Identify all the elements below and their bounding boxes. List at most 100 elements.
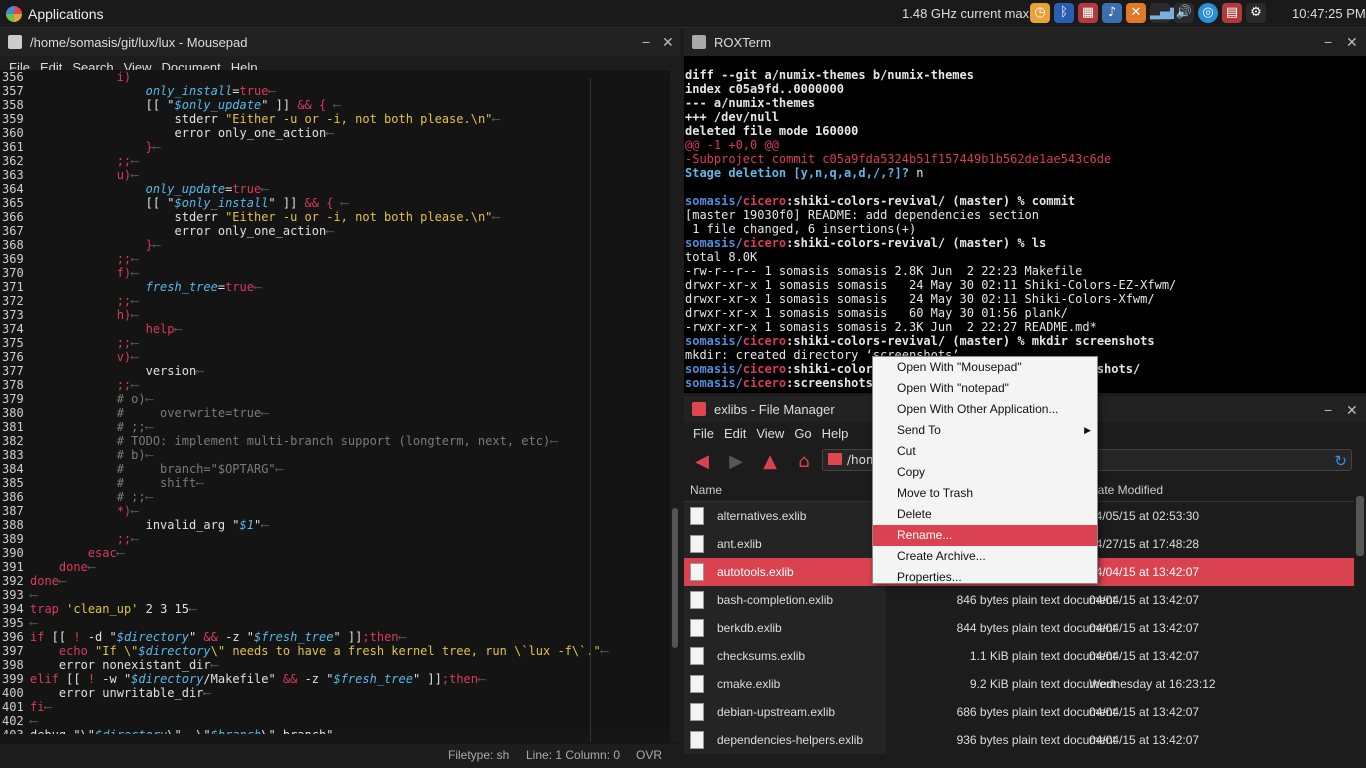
code-text: ;;⟵ [116, 252, 139, 266]
clock-icon[interactable]: ◷ [1030, 3, 1050, 23]
line-number: 383 [2, 448, 24, 462]
fm-minimize-button[interactable]: − [1324, 402, 1332, 418]
line-number: 396 [2, 630, 24, 644]
context-menu-item[interactable]: Delete [873, 504, 1097, 525]
line-number: 374 [2, 322, 24, 336]
fm-menu-file[interactable]: File [688, 426, 719, 441]
text-file-icon [690, 535, 704, 553]
text-file-icon [690, 507, 704, 525]
line-number: 384 [2, 462, 24, 476]
context-menu-item[interactable]: Rename... [873, 525, 1097, 546]
fm-menu-go[interactable]: Go [789, 426, 816, 441]
code-line: 368 }⟵ [0, 238, 670, 252]
fm-close-button[interactable]: ✕ [1346, 402, 1358, 419]
right-margin-line [590, 78, 591, 742]
terminal-line: drwxr-xr-x 1 somasis somasis 24 May 30 0… [685, 278, 1177, 292]
clock-text[interactable]: 10:47:25 PM [1292, 6, 1366, 21]
context-menu-item[interactable]: Move to Trash [873, 483, 1097, 504]
line-number: 394 [2, 602, 24, 616]
code-line: 387 *)⟵ [0, 504, 670, 518]
code-text: ⟵ [30, 714, 38, 728]
code-line: 364 only_update=true⟵ [0, 182, 670, 196]
file-row[interactable]: debian-upstream.exlib 686 bytes plain tex… [684, 698, 1366, 726]
roxterm-minimize-button[interactable]: − [1324, 34, 1332, 50]
column-name[interactable]: Name [690, 483, 722, 497]
context-menu-item[interactable]: Open With "Mousepad" [873, 357, 1097, 378]
line-number: 365 [2, 196, 24, 210]
terminal-output[interactable]: diff --git a/numix-themes b/numix-themes… [685, 68, 1176, 390]
volume-icon[interactable]: 🔊 [1174, 3, 1194, 23]
code-text: echo "If \"$directory\" needs to have a … [58, 644, 609, 658]
line-number: 359 [2, 112, 24, 126]
refresh-icon[interactable]: ↻ [1334, 452, 1347, 470]
context-menu-item[interactable]: Properties... [873, 567, 1097, 588]
terminal-line: somasis/cicero:shiki-colors-revival/ (ma… [685, 194, 1076, 208]
browser-icon[interactable]: ◎ [1198, 3, 1218, 23]
context-menu-item[interactable]: Open With Other Application... [873, 399, 1097, 420]
code-line: 385 # shift⟵ [0, 476, 670, 490]
mousepad-titlebar[interactable]: /home/somasis/git/lux/lux - Mousepad − ✕ [0, 28, 680, 56]
code-line: 400 error unwritable_dir⟵ [0, 686, 670, 700]
file-name: debian-upstream.exlib [717, 705, 836, 719]
code-text: v)⟵ [116, 350, 139, 364]
applications-menu-button[interactable]: Applications [6, 5, 104, 23]
file-row[interactable]: bash-completion.exlib 846 bytes plain tex… [684, 586, 1366, 614]
back-icon[interactable]: ◀ [690, 449, 714, 473]
code-line: 373 h)⟵ [0, 308, 670, 322]
up-icon[interactable]: ▲ [758, 449, 782, 473]
roxterm-titlebar[interactable]: ROXTerm − ✕ [684, 28, 1366, 56]
code-editor[interactable]: 356 i) 357 only_install=true⟵ 358 [[ "$onl… [0, 70, 670, 734]
menu-item-label: Properties... [897, 570, 962, 584]
signal-icon[interactable]: ▂▄▆ [1150, 3, 1180, 23]
fm-menu-help[interactable]: Help [817, 426, 854, 441]
file-row[interactable]: dependencies-helpers.exlib 936 bytes plai… [684, 726, 1366, 754]
context-menu-item[interactable]: Open With "notepad" [873, 378, 1097, 399]
file-date: 04/05/15 at 02:53:30 [1089, 509, 1200, 523]
code-text: done⟵ [30, 574, 67, 588]
code-text: f)⟵ [116, 266, 139, 280]
filetype-status[interactable]: Filetype: sh [448, 748, 509, 762]
fm-menu-edit[interactable]: Edit [719, 426, 751, 441]
home-icon[interactable]: ⌂ [792, 449, 816, 473]
line-number: 381 [2, 420, 24, 434]
forward-icon[interactable]: ▶ [724, 449, 748, 473]
music-icon[interactable]: ♪ [1102, 3, 1122, 23]
column-date-modified[interactable]: Date Modified [1089, 483, 1163, 497]
context-menu-item[interactable]: Create Archive... [873, 546, 1097, 567]
context-menu-item[interactable]: Cut [873, 441, 1097, 462]
code-text: if [[ ! -d "$directory" && -z "$fresh_tr… [30, 630, 406, 644]
file-row[interactable]: berkdb.exlib 844 bytes plain text documen… [684, 614, 1366, 642]
code-text: u)⟵ [116, 168, 139, 182]
code-text: ;;⟵ [116, 294, 139, 308]
file-size-type: 846 bytes plain text document [956, 593, 1116, 607]
close-button[interactable]: ✕ [662, 34, 674, 51]
code-line: 398 error nonexistant_dir⟵ [0, 658, 670, 672]
fm-scrollbar-thumb[interactable] [1356, 496, 1364, 556]
code-text: # branch="$OPTARG"⟵ [116, 462, 283, 476]
code-line: 397 echo "If \"$directory\" needs to hav… [0, 644, 670, 658]
network-icon[interactable]: ▦ [1078, 3, 1098, 23]
settings-icon[interactable]: ⚙ [1246, 3, 1266, 23]
top-panel: Applications 1.48 GHz current max ◷ ᛒ ▦ … [0, 0, 1366, 28]
fm-menu-view[interactable]: View [751, 426, 789, 441]
line-number: 397 [2, 644, 24, 658]
submenu-arrow-icon: ▶ [1084, 425, 1091, 435]
file-row[interactable]: cmake.exlib 9.2 KiB plain text document We… [684, 670, 1366, 698]
roxterm-close-button[interactable]: ✕ [1346, 34, 1358, 51]
code-line: 367 error only_one_action⟵ [0, 224, 670, 238]
context-menu-item[interactable]: Send To ▶ [873, 420, 1097, 441]
scrollbar-thumb[interactable] [672, 508, 678, 648]
bluetooth-icon[interactable]: ᛒ [1054, 3, 1074, 23]
line-number: 367 [2, 224, 24, 238]
line-number: 357 [2, 84, 24, 98]
name-cell-bg [684, 670, 886, 698]
code-text: ⟵ [30, 588, 38, 602]
tools-icon[interactable]: ✕ [1126, 3, 1146, 23]
context-menu-item[interactable]: Copy [873, 462, 1097, 483]
minimize-button[interactable]: − [642, 34, 650, 50]
editor-scrollbar[interactable] [670, 78, 680, 742]
code-line: 361 }⟵ [0, 140, 670, 154]
fm-scrollbar[interactable] [1354, 476, 1366, 768]
file-row[interactable]: checksums.exlib 1.1 KiB plain text docume… [684, 642, 1366, 670]
battery-icon[interactable]: ▤ [1222, 3, 1242, 23]
